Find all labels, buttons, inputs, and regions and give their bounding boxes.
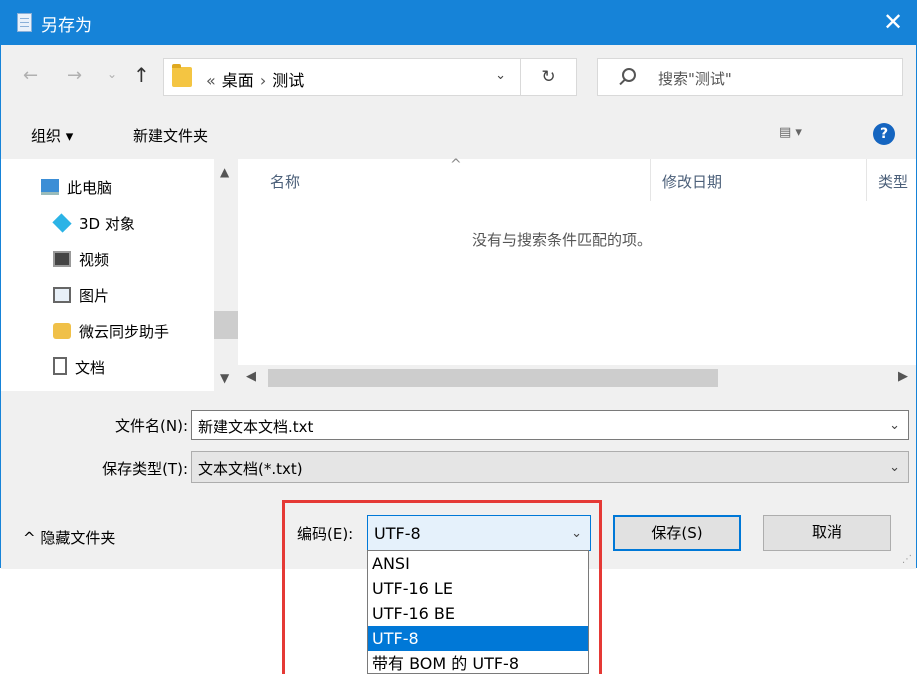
computer-icon <box>41 179 59 195</box>
column-divider[interactable] <box>650 159 651 201</box>
column-header-name[interactable]: 名称 <box>270 171 300 192</box>
recent-locations-icon[interactable]: ⌄ <box>107 67 117 81</box>
nav-scrollbar[interactable]: ▲ ▼ <box>214 159 238 391</box>
sidebar-item-label: 3D 对象 <box>79 215 135 233</box>
sidebar-item-documents[interactable]: 文档 <box>53 357 105 385</box>
annotation-highlight-box <box>282 500 602 674</box>
hide-folders-button[interactable]: ^ 隐藏文件夹 <box>23 527 115 548</box>
search-input[interactable]: 搜索"测试" <box>597 58 903 96</box>
sidebar-item-label: 微云同步助手 <box>79 323 170 341</box>
scroll-left-icon[interactable]: ◀ <box>246 369 256 384</box>
sidebar-item-label: 图片 <box>79 287 110 305</box>
scroll-down-icon[interactable]: ▼ <box>220 371 229 385</box>
sidebar-item-3d-objects[interactable]: 3D 对象 <box>52 213 135 241</box>
horizontal-scrollbar[interactable]: ◀ ▶ <box>238 365 916 391</box>
column-divider[interactable] <box>866 159 867 201</box>
save-as-dialog: 另存为 ✕ ← → ⌄ ↑ « 桌面 › 测试 ⌄ ↻ 搜索"测试" 组织 ▾ 新建文… <box>0 0 917 569</box>
breadcrumb-separator[interactable]: › <box>260 71 266 90</box>
back-icon[interactable]: ← <box>23 65 38 86</box>
address-row: ← → ⌄ ↑ « 桌面 › 测试 ⌄ ↻ 搜索"测试" <box>1 45 916 109</box>
documents-icon <box>53 357 67 375</box>
chevron-down-icon[interactable]: ⌄ <box>889 418 900 433</box>
up-folder-icon[interactable]: ↑ <box>133 63 150 87</box>
column-header-modified[interactable]: 修改日期 <box>662 171 722 192</box>
breadcrumb: « 桌面 › 测试 <box>200 67 304 91</box>
refresh-icon[interactable]: ↻ <box>520 59 576 95</box>
sidebar-item-cloud-sync[interactable]: 微云同步助手 <box>53 321 169 349</box>
notepad-icon <box>17 13 32 32</box>
sidebar-item-this-pc[interactable]: 此电脑 <box>41 177 112 205</box>
command-bar: 组织 ▾ 新建文件夹 ▤ ▾ ? <box>1 109 916 159</box>
sidebar-item-pictures[interactable]: 图片 <box>53 285 109 313</box>
folder-icon <box>172 64 192 87</box>
cloud-sync-icon <box>53 323 71 339</box>
cancel-button[interactable]: 取消 <box>763 515 891 551</box>
navigation-pane: 此电脑 3D 对象 视频 图片 微云同步助手 文档 ▲ ▼ <box>1 159 238 391</box>
scrollbar-thumb[interactable] <box>214 311 238 339</box>
forward-icon[interactable]: → <box>67 65 82 86</box>
sidebar-item-label: 视频 <box>79 251 110 269</box>
close-button[interactable]: ✕ <box>870 1 916 45</box>
chevron-down-icon[interactable]: ⌄ <box>889 460 900 475</box>
search-icon <box>622 68 636 82</box>
sidebar-item-label: 此电脑 <box>67 179 113 197</box>
dialog-title: 另存为 <box>41 16 92 36</box>
address-dropdown-icon[interactable]: ⌄ <box>495 68 506 83</box>
breadcrumb-desktop[interactable]: 桌面 <box>222 71 254 90</box>
address-bar[interactable]: « 桌面 › 测试 ⌄ ↻ <box>163 58 577 96</box>
sort-caret-icon: ^ <box>450 157 462 173</box>
3d-objects-icon <box>52 213 72 233</box>
file-list: ^ 名称 修改日期 类型 没有与搜索条件匹配的项。 ◀ ▶ <box>238 157 916 391</box>
file-type-label: 保存类型(T): <box>102 460 188 478</box>
resize-grip-icon[interactable]: ⋰ <box>902 554 912 565</box>
sidebar-item-videos[interactable]: 视频 <box>53 249 109 277</box>
new-folder-button[interactable]: 新建文件夹 <box>133 125 208 146</box>
breadcrumb-overflow[interactable]: « <box>206 71 216 90</box>
sidebar-item-label: 文档 <box>75 359 106 377</box>
save-button[interactable]: 保存(S) <box>613 515 741 551</box>
empty-message: 没有与搜索条件匹配的项。 <box>472 231 653 249</box>
search-placeholder: 搜索"测试" <box>658 70 732 88</box>
organize-button[interactable]: 组织 ▾ <box>31 125 73 146</box>
column-header-type[interactable]: 类型 <box>878 171 908 192</box>
scroll-up-icon[interactable]: ▲ <box>220 165 229 179</box>
scroll-right-icon[interactable]: ▶ <box>898 369 908 384</box>
file-type-value: 文本文档(*.txt) <box>198 460 303 478</box>
help-icon[interactable]: ? <box>873 123 895 145</box>
filename-field[interactable]: 新建文本文档.txt ⌄ <box>191 410 909 440</box>
file-type-select[interactable]: 文本文档(*.txt) ⌄ <box>191 451 909 483</box>
pictures-icon <box>53 287 71 303</box>
breadcrumb-test[interactable]: 测试 <box>272 71 304 90</box>
view-options-icon[interactable]: ▤ ▾ <box>779 125 802 140</box>
video-icon <box>53 251 71 267</box>
scrollbar-thumb[interactable] <box>268 369 718 387</box>
title-bar: 另存为 ✕ <box>1 1 916 45</box>
filename-value: 新建文本文档.txt <box>198 418 314 436</box>
filename-label: 文件名(N): <box>115 417 188 435</box>
